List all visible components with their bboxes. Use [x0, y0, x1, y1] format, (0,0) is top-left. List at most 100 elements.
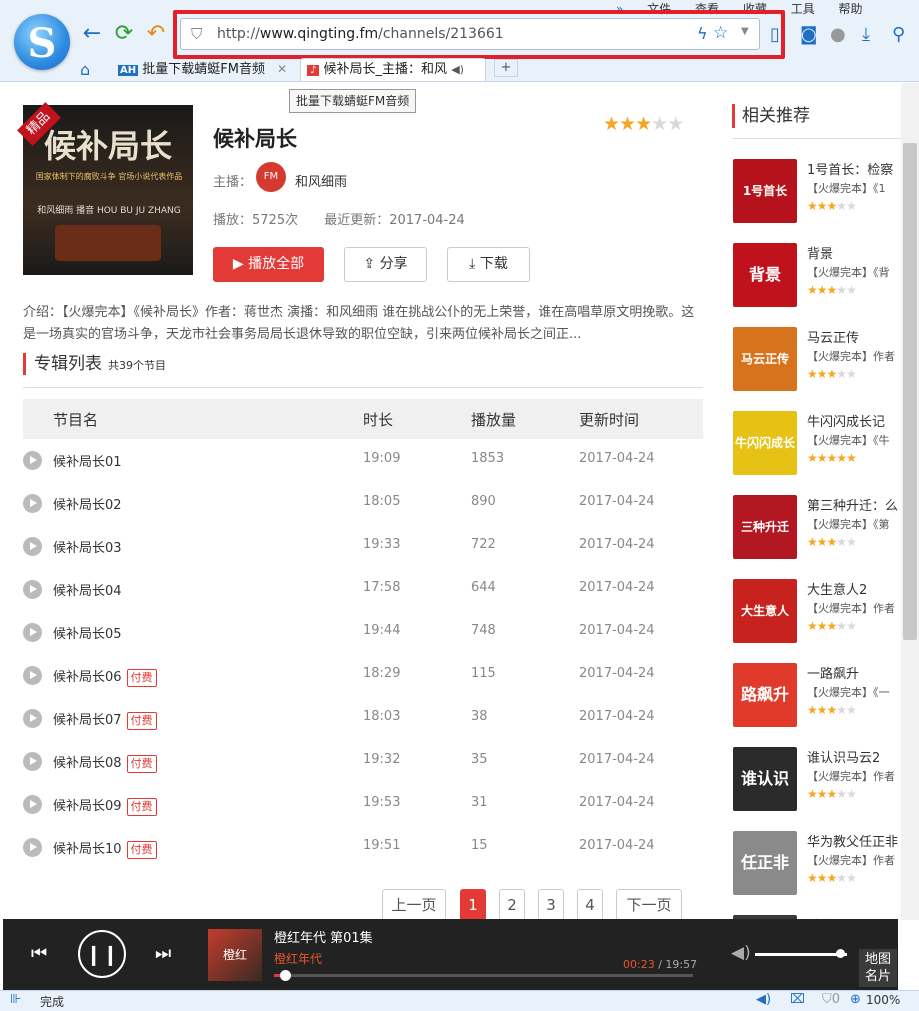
zoom-level[interactable]: 100%: [866, 993, 900, 1007]
play-circle-icon[interactable]: [23, 752, 42, 771]
episode-name[interactable]: 候补局长10 付费: [53, 838, 157, 859]
play-circle-icon[interactable]: [23, 451, 42, 470]
related-thumbnail[interactable]: 三种升迁: [733, 495, 797, 559]
episode-name[interactable]: 候补局长07 付费: [53, 709, 157, 730]
progress-bar[interactable]: [274, 970, 693, 981]
play-all-button[interactable]: ▶ 播放全部: [213, 247, 324, 282]
next-page-button[interactable]: 下一页: [616, 889, 682, 920]
capture-icon[interactable]: ◙: [800, 24, 817, 45]
table-row[interactable]: 候补局长02 18:05 890 2017-04-24: [23, 482, 703, 525]
table-row[interactable]: 候补局长05 19:44 748 2017-04-24: [23, 611, 703, 654]
player-thumbnail[interactable]: 橙红: [208, 929, 262, 981]
briefcase-icon[interactable]: ⌧: [790, 992, 805, 1007]
table-row[interactable]: 候补局长09 付费 19:53 31 2017-04-24: [23, 783, 703, 826]
related-thumbnail[interactable]: 路飙升: [733, 663, 797, 727]
undo-icon[interactable]: ↶: [144, 22, 168, 46]
play-circle-icon[interactable]: [23, 580, 42, 599]
close-icon[interactable]: ✕: [277, 62, 287, 76]
play-circle-icon[interactable]: [23, 709, 42, 728]
related-item[interactable]: 牛闪闪成长记牛闪闪成长记【火爆完本】《牛★★★★★: [733, 411, 903, 481]
volume-icon[interactable]: ◀): [731, 943, 751, 963]
related-item[interactable]: 马云正传 马云正传 【火爆完本】作者 ★★★★★: [733, 327, 903, 397]
page-4[interactable]: 4: [577, 889, 603, 920]
album-cover[interactable]: 候补局长 国家体制下的腐败斗争 官场小说代表作品 和风细雨 播音 HOU BU …: [17, 102, 193, 275]
related-thumbnail[interactable]: 任正非: [733, 831, 797, 895]
tab-batch-download[interactable]: AH 批量下载蜻蜓FM音频 ✕: [112, 58, 298, 81]
related-item[interactable]: 路飙升 一路飙升 【火爆完本】《一 ★★★★★: [733, 663, 903, 733]
play-circle-icon[interactable]: [23, 623, 42, 642]
table-row[interactable]: 候补局长04 17:58 644 2017-04-24: [23, 568, 703, 611]
related-title[interactable]: 一路飙升: [807, 663, 903, 682]
next-icon[interactable]: ⏭: [155, 943, 171, 964]
table-row[interactable]: 候补局长06 付费 18:29 115 2017-04-24: [23, 654, 703, 697]
related-title[interactable]: 华为教父任正非: [807, 831, 903, 850]
more-icon[interactable]: ●: [830, 24, 846, 45]
table-row[interactable]: 候补局长07 付费 18:03 38 2017-04-24: [23, 697, 703, 740]
progress-knob[interactable]: [279, 970, 291, 981]
pin-icon[interactable]: ⚲: [892, 24, 905, 45]
page-2[interactable]: 2: [499, 889, 525, 920]
related-title[interactable]: 牛闪闪成长记: [807, 411, 903, 430]
related-title[interactable]: 马云正传: [807, 327, 903, 346]
related-item[interactable]: 1号首长 1号首长：检察 【火爆完本】《1 ★★★★★: [733, 159, 903, 229]
play-circle-icon[interactable]: [23, 666, 42, 685]
volume-bar[interactable]: [755, 953, 847, 956]
play-circle-icon[interactable]: [23, 494, 42, 513]
scrollbar-thumb[interactable]: [903, 143, 917, 640]
related-thumbnail[interactable]: 大生意人: [733, 579, 797, 643]
speaker-icon[interactable]: ◀): [451, 63, 464, 76]
table-row[interactable]: 候补局长10 付费 19:51 15 2017-04-24: [23, 826, 703, 869]
pause-button[interactable]: ❙❙: [78, 930, 126, 978]
player-album[interactable]: 橙红年代: [274, 950, 322, 967]
sidebar-toggle-icon[interactable]: ⊪: [10, 992, 21, 1007]
home-icon[interactable]: ⌂: [80, 60, 90, 79]
prev-page-button[interactable]: 上一页: [382, 889, 446, 920]
related-thumbnail[interactable]: 马云正传: [733, 327, 797, 391]
related-thumbnail[interactable]: 背景: [733, 243, 797, 307]
download-icon[interactable]: ⤓: [862, 24, 870, 45]
download-button[interactable]: ⤓ 下载: [447, 247, 530, 282]
related-item[interactable]: 任正非 华为教父任正非 【火爆完本】作者 ★★★★★: [733, 831, 903, 901]
player-title[interactable]: 橙红年代 第01集: [274, 927, 373, 946]
episode-name[interactable]: 候补局长01: [53, 451, 122, 470]
episode-name[interactable]: 候补局长09 付费: [53, 795, 157, 816]
related-thumbnail[interactable]: 1号首长: [733, 159, 797, 223]
tab-current[interactable]: ♪ 候补局长_主播：和风 ◀) ✕: [300, 58, 486, 100]
speaker-icon[interactable]: ◀): [756, 992, 771, 1007]
related-title[interactable]: 谁认识马云2: [807, 747, 903, 766]
related-item[interactable]: 谁认识 谁认识马云2 【火爆完本】作者 ★★★★★: [733, 747, 903, 817]
host-name[interactable]: 和风细雨: [295, 171, 347, 190]
table-row[interactable]: 候补局长08 付费 19:32 35 2017-04-24: [23, 740, 703, 783]
volume-knob[interactable]: [835, 949, 845, 958]
play-circle-icon[interactable]: [23, 795, 42, 814]
related-title[interactable]: 1号首长：检察: [807, 159, 903, 178]
play-circle-icon[interactable]: [23, 537, 42, 556]
episode-name[interactable]: 候补局长02: [53, 494, 122, 513]
table-row[interactable]: 候补局长01 19:09 1853 2017-04-24: [23, 439, 703, 482]
page-3[interactable]: 3: [538, 889, 564, 920]
play-circle-icon[interactable]: [23, 838, 42, 857]
related-thumbnail[interactable]: 谁认识: [733, 747, 797, 811]
related-title[interactable]: 背景: [807, 243, 903, 262]
related-thumbnail[interactable]: 牛闪闪成长记: [733, 411, 797, 475]
zoom-icon[interactable]: ⊕: [850, 992, 861, 1007]
menu-help[interactable]: 帮助: [839, 2, 863, 16]
menu-tools[interactable]: 工具: [791, 2, 815, 16]
previous-icon[interactable]: ⏮: [31, 943, 47, 964]
related-title[interactable]: 第三种升迁：么: [807, 495, 903, 514]
page-1[interactable]: 1: [460, 889, 486, 920]
episode-name[interactable]: 候补局长08 付费: [53, 752, 157, 773]
shield-badge[interactable]: ⛉0: [822, 992, 840, 1007]
related-item[interactable]: 背景 背景 【火爆完本】《背 ★★★★★: [733, 243, 903, 313]
table-row[interactable]: 候补局长03 19:33 722 2017-04-24: [23, 525, 703, 568]
episode-name[interactable]: 候补局长03: [53, 537, 122, 556]
host-avatar[interactable]: FM: [256, 162, 286, 192]
episode-name[interactable]: 候补局长04: [53, 580, 122, 599]
related-item[interactable]: 大生意人 大生意人2 【火爆完本】作者 ★★★★★: [733, 579, 903, 649]
back-icon[interactable]: ←: [80, 22, 104, 46]
reader-icon[interactable]: ▯: [770, 24, 780, 45]
refresh-icon[interactable]: ⟳: [112, 22, 136, 46]
scrollbar[interactable]: [901, 83, 919, 920]
related-title[interactable]: 大生意人2: [807, 579, 903, 598]
related-item[interactable]: 三种升迁 第三种升迁：么 【火爆完本】《第 ★★★★★: [733, 495, 903, 565]
